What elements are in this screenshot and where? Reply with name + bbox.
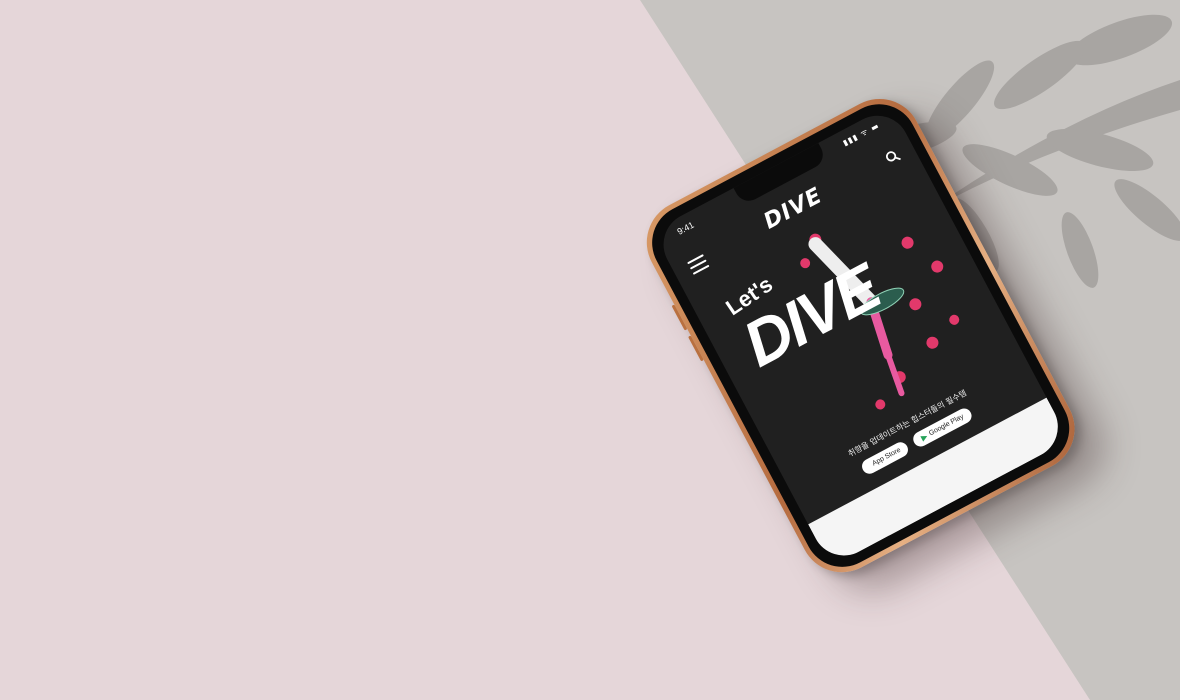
status-time: 9:41 (675, 219, 696, 237)
status-icons: ▮▮▮ ᯤ ▬ (841, 120, 882, 148)
google-play-label: Google Play (928, 413, 965, 438)
app-store-label: App Store (871, 446, 903, 468)
play-icon: ▶ (919, 431, 930, 443)
